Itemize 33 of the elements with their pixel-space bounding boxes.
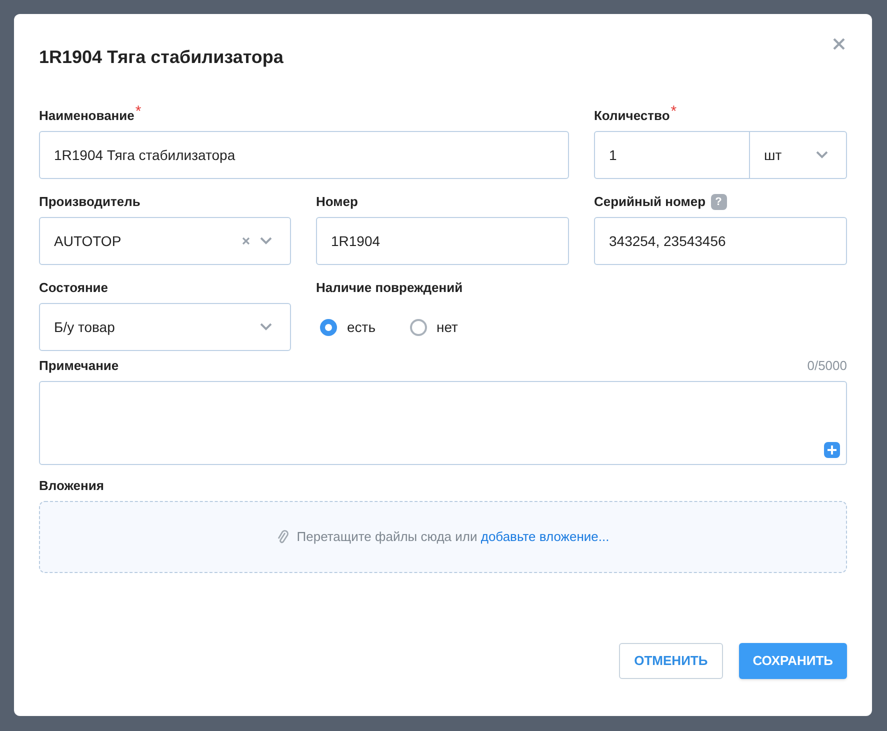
chevron-down-icon xyxy=(816,151,828,159)
condition-select[interactable]: Б/у товар xyxy=(39,303,291,351)
add-icon[interactable] xyxy=(824,442,840,458)
field-label: Состояние xyxy=(39,279,108,298)
required-mark: * xyxy=(670,107,677,117)
dialog-title: 1R1904 Тяга стабилизатора xyxy=(39,46,284,69)
paperclip-icon xyxy=(276,529,289,545)
number-field[interactable]: 1R1904 xyxy=(316,217,569,265)
field-label: Примечание xyxy=(39,357,119,376)
note-field[interactable] xyxy=(39,381,847,465)
chevron-down-icon xyxy=(260,323,272,331)
close-icon[interactable] xyxy=(833,38,845,50)
clear-icon[interactable] xyxy=(242,237,250,245)
character-counter: 0/5000 xyxy=(807,357,847,376)
field-label: Наименование xyxy=(39,107,134,126)
manufacturer-select[interactable]: AUTOTOP xyxy=(39,217,291,265)
drop-hint: Перетащите файлы сюда или добавьте вложение... xyxy=(296,528,610,546)
radio-option[interactable]: нет xyxy=(410,316,458,338)
field-label: Номер xyxy=(316,193,358,212)
name-field[interactable]: 1R1904 Тяга стабилизатора xyxy=(39,131,569,179)
field-label: Производитель xyxy=(39,193,140,212)
add-attachment-link[interactable]: добавьте вложение... xyxy=(480,529,610,544)
field-label: Количество xyxy=(594,107,670,126)
unit-select[interactable]: шт xyxy=(750,131,847,179)
chevron-down-icon xyxy=(260,237,272,245)
field-label: Наличие повреждений xyxy=(316,279,463,298)
quantity-field[interactable]: 1 xyxy=(594,131,750,179)
drop-zone[interactable]: Перетащите файлы сюда или добавьте вложение... xyxy=(39,501,847,573)
field-label: Серийный номер xyxy=(594,193,706,212)
serial-number-field[interactable]: 343254, 23543456 xyxy=(594,217,847,265)
required-mark: * xyxy=(135,107,142,117)
field-label: Вложения xyxy=(39,477,104,496)
radio-option[interactable]: есть xyxy=(320,316,376,338)
